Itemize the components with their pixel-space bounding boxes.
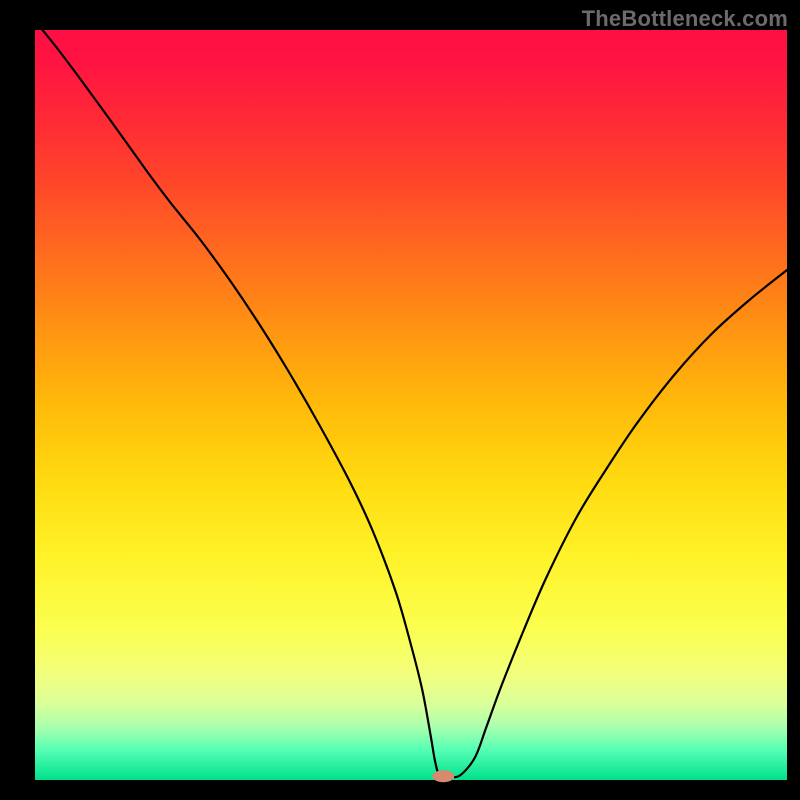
watermark-text: TheBottleneck.com: [582, 6, 788, 32]
plot-background: [35, 30, 787, 780]
optimal-marker: [432, 770, 454, 782]
chart-container: TheBottleneck.com: [0, 0, 800, 800]
bottleneck-chart: [0, 0, 800, 800]
